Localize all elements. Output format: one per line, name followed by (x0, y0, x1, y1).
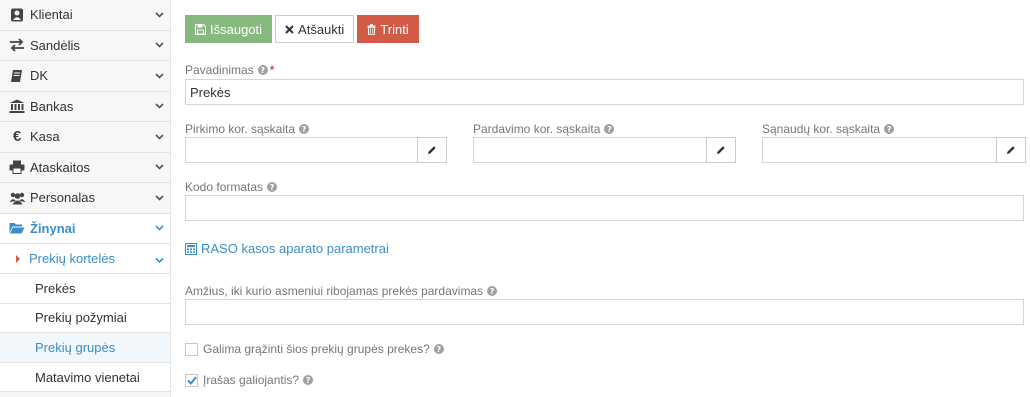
folder-open-icon (8, 220, 26, 236)
sales-account-label: Pardavimo kor. sąskaita (473, 122, 601, 136)
chevron-down-icon (154, 10, 164, 20)
users-icon (8, 190, 26, 206)
sidebar-item-label: Žinynai (30, 220, 76, 236)
sidebar-subitem-prekiu-korteles[interactable]: Prekių kortelės (0, 244, 170, 274)
code-format-label-row: Kodo formatas ? (185, 180, 278, 194)
expense-account-label-row: Sąnaudų kor. sąskaita ? (762, 122, 895, 136)
expense-account-edit-button[interactable] (996, 137, 1026, 163)
book-icon (8, 68, 26, 84)
help-icon[interactable]: ? (604, 124, 615, 134)
sidebar-leaf-prekiu-pozymiai[interactable]: Prekių požymiai (0, 303, 170, 334)
required-marker: * (269, 63, 275, 77)
help-icon[interactable]: ? (267, 182, 278, 192)
purchase-account-label: Pirkimo kor. sąskaita (185, 122, 296, 136)
delete-button-label: Trinti (380, 21, 409, 37)
sales-account-label-row: Pardavimo kor. sąskaita ? (473, 122, 615, 136)
purchase-account-input[interactable] (185, 137, 418, 163)
chevron-down-icon (154, 223, 164, 233)
sidebar-item-dk[interactable]: DK (0, 61, 170, 92)
sidebar-item-label: Sandėlis (30, 37, 80, 53)
sidebar-item-sandelis[interactable]: Sandėlis (0, 30, 170, 61)
age-limit-label-row: Amžius, iki kurio asmeniui ribojamas pre… (185, 284, 498, 298)
expense-account-input[interactable] (762, 137, 997, 163)
print-icon (8, 159, 26, 175)
returnable-row: Galima grąžinti šios prekių grupės preke… (185, 342, 444, 356)
toolbar: Išsaugoti Atšaukti Trinti (185, 15, 419, 43)
cancel-button-label: Atšaukti (298, 21, 345, 37)
help-icon[interactable]: ? (257, 65, 268, 75)
chevron-down-icon (154, 101, 164, 111)
caret-right-icon (16, 254, 20, 263)
help-icon[interactable]: ? (433, 344, 444, 354)
save-button[interactable]: Išsaugoti (185, 15, 273, 43)
trash-icon (367, 23, 376, 35)
sidebar-item-klientai[interactable]: Klientai (0, 0, 170, 31)
sidebar: Klientai Sandėlis DK Bankas € Kasa Atask… (0, 0, 171, 397)
code-format-label: Kodo formatas (185, 180, 264, 194)
sidebar-subitem-label: Prekių kortelės (29, 251, 115, 266)
name-input[interactable] (185, 79, 1024, 105)
help-icon[interactable]: ? (299, 124, 310, 134)
bank-icon (8, 98, 26, 114)
name-label: Pavadinimas (185, 63, 254, 77)
sidebar-item-kasa[interactable]: € Kasa (0, 122, 170, 153)
raso-parameters-link[interactable]: RASO kasos aparato parametrai (185, 241, 389, 256)
sales-account-edit-button[interactable] (706, 137, 736, 163)
sidebar-item-bankas[interactable]: Bankas (0, 91, 170, 122)
sidebar-item-label: Bankas (30, 98, 74, 114)
sidebar-leaf-prekiu-grupes[interactable]: Prekių grupės (0, 333, 170, 363)
code-format-input[interactable] (185, 195, 1024, 221)
calculator-icon (185, 242, 197, 255)
close-icon (285, 24, 294, 34)
delete-button[interactable]: Trinti (357, 15, 419, 43)
pencil-icon (427, 143, 437, 158)
sidebar-leaf-prekes[interactable]: Prekės (0, 274, 170, 304)
floppy-disk-icon (195, 23, 206, 35)
name-label-row: Pavadinimas ? * (185, 63, 274, 77)
help-icon[interactable]: ? (487, 286, 498, 296)
cancel-button[interactable]: Atšaukti (275, 15, 355, 43)
chevron-down-icon (154, 40, 164, 50)
pencil-icon (716, 143, 726, 158)
raso-parameters-label: RASO kasos aparato parametrai (201, 241, 389, 256)
help-icon[interactable]: ? (884, 124, 895, 134)
sidebar-item-label: Kasa (30, 129, 60, 145)
valid-checkbox[interactable] (185, 373, 198, 387)
help-icon[interactable]: ? (303, 375, 314, 385)
returnable-label: Galima grąžinti šios prekių grupės preke… (203, 342, 430, 356)
sidebar-item-label: Personalas (30, 190, 96, 206)
chevron-down-icon (154, 132, 164, 142)
sales-account-input[interactable] (473, 137, 707, 163)
expense-account-label: Sąnaudų kor. sąskaita (762, 122, 881, 136)
valid-row: Įrašas galiojantis? ? (185, 373, 314, 387)
purchase-account-label-row: Pirkimo kor. sąskaita ? (185, 122, 310, 136)
age-limit-input[interactable] (185, 299, 1024, 325)
age-limit-label: Amžius, iki kurio asmeniui ribojamas pre… (185, 284, 484, 298)
sidebar-item-personalas[interactable]: Personalas (0, 183, 170, 214)
chevron-down-icon (154, 71, 164, 81)
sidebar-item-ataskaitos[interactable]: Ataskaitos (0, 152, 170, 183)
save-button-label: Išsaugoti (210, 21, 263, 37)
main-content: Išsaugoti Atšaukti Trinti Pavadinimas ? … (171, 0, 1030, 397)
check-icon (186, 375, 197, 385)
purchase-account-edit-button[interactable] (417, 137, 447, 163)
chevron-down-icon (154, 193, 164, 203)
valid-label: Įrašas galiojantis? (203, 373, 300, 387)
pencil-icon (1006, 143, 1016, 158)
chevron-down-icon (155, 251, 164, 266)
chevron-down-icon (154, 162, 164, 172)
sidebar-leaf-matavimo-vienetai[interactable]: Matavimo vienetai (0, 362, 170, 393)
exchange-icon (8, 37, 26, 53)
user-icon (8, 7, 26, 23)
euro-icon: € (12, 128, 22, 146)
sidebar-item-zinynai[interactable]: Žinynai (0, 213, 170, 244)
sidebar-item-label: Klientai (30, 7, 73, 23)
sidebar-item-label: Ataskaitos (30, 159, 90, 175)
sidebar-item-label: DK (30, 68, 49, 84)
returnable-checkbox[interactable] (185, 342, 198, 356)
